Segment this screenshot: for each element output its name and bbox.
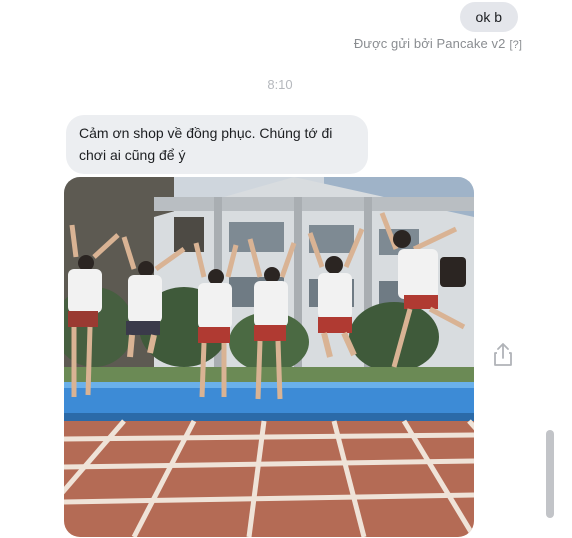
sent-by-label: Được gửi bởi Pancake v2 [?] bbox=[354, 36, 522, 51]
photo-image bbox=[64, 177, 474, 537]
chat-thread: ok b Được gửi bởi Pancake v2 [?] 8:10 Cảm… bbox=[0, 0, 572, 538]
shared-photo[interactable] bbox=[64, 177, 474, 537]
message-timestamp: 8:10 bbox=[267, 77, 293, 92]
help-link[interactable]: [?] bbox=[509, 39, 522, 51]
received-message-bubble[interactable]: Cảm ơn shop về đồng phục. Chúng tớ đi ch… bbox=[66, 115, 368, 174]
share-icon bbox=[492, 341, 514, 372]
sent-by-text: Được gửi bởi Pancake v2 bbox=[353, 36, 506, 51]
share-button[interactable] bbox=[490, 342, 516, 370]
scrollbar-thumb[interactable] bbox=[546, 430, 554, 518]
sent-message-bubble[interactable]: ok b bbox=[459, 2, 518, 32]
